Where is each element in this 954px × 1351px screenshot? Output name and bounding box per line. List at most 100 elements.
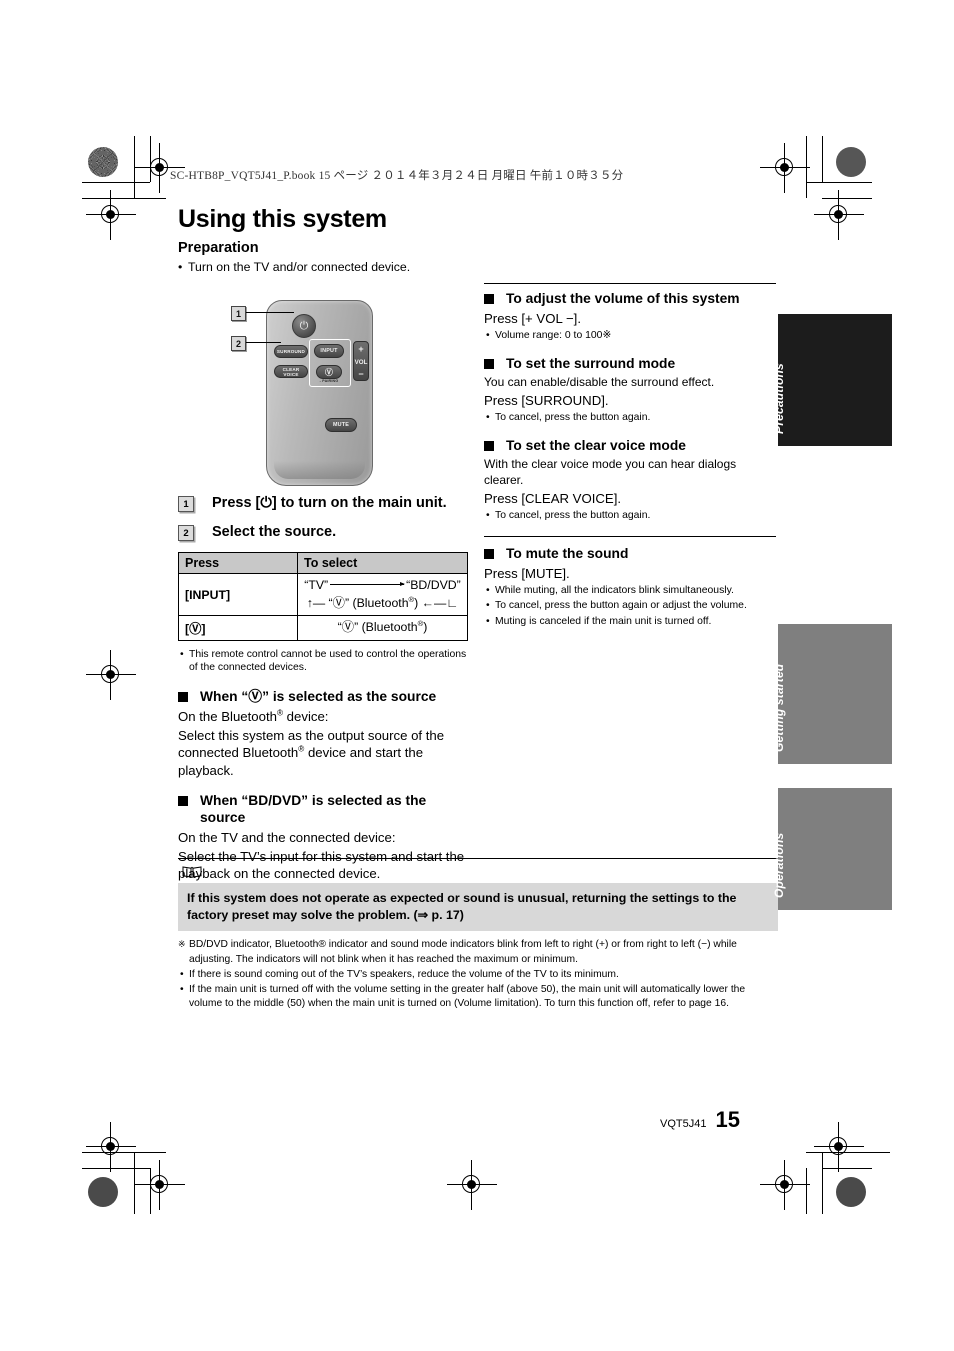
clear-voice-cancel-note: To cancel, press the button again. [484,509,776,523]
remote-control-illustration: ⏻ SURROUND CLEAR VOICE INPUT Ⓥ - PAIRING… [178,289,470,494]
bt-heading-pre: When “ [200,689,249,705]
page-title: Using this system [178,205,387,233]
remote-power-button[interactable]: ⏻ [292,314,316,338]
remote-callout-2-leader [246,342,281,343]
density-dot-top-left [88,147,118,177]
remote-limitation-note: This remote control cannot be used to co… [178,648,470,675]
table-cell-press-bluetooth: [Ⓥ] [178,614,298,641]
volume-up-label: + [358,343,364,354]
bottom-note-block: If this system does not operate as expec… [178,858,778,1012]
footnotes-list: BD/DVD indicator, Bluetooth® indicator a… [178,938,778,1010]
step-2: 2 Select the source. [178,523,470,542]
source-selection-table: Press To select [INPUT] “TV” “BD/DVD” ↑— … [178,552,468,641]
mute-press-text: Press [MUTE]. [484,566,570,582]
clear-voice-press-text: Press [CLEAR VOICE]. [484,491,622,507]
mute-note-2: To cancel, press the button again or adj… [484,599,776,613]
table-cell-press-input: [INPUT] [178,573,298,616]
book-header-line: SC-HTB8P_VQT5J41_P.book 15 ページ ２０１４年３月２４… [170,170,624,182]
remote-mute-button[interactable]: MUTE [325,418,357,432]
bluetooth-icon: Ⓥ [248,689,263,705]
remote-source-group-highlight [309,339,351,387]
step-2-text: Select the source. [212,524,337,541]
registration-mark-bottom-center [447,1160,497,1210]
remote-callout-1-number: 1 [231,306,246,321]
footer-page-number: 15 [715,1107,740,1132]
volume-heading: To adjust the volume of this system [484,290,776,307]
mute-note-1: While muting, all the indicators blink s… [484,584,776,598]
surround-heading: To set the surround mode [484,355,776,372]
cycle-line-1: “TV” “BD/DVD” [304,578,461,593]
density-dot-bottom-right [836,1177,866,1207]
table-header-row: Press To select [178,552,468,575]
table-cell-select-bluetooth: “Ⓥ” (Bluetooth®) [297,614,468,641]
side-tab-precautions-label: Precautions [772,363,786,434]
crop-line-bottom-right-h2 [822,1168,872,1169]
side-tab-operations-label: Operations [772,832,786,898]
crop-line-bottom-left-h2 [82,1168,150,1169]
remote-surround-button[interactable]: SURROUND [274,345,308,358]
volume-label: VOL [354,358,368,366]
footer-document-code: VQT5J41 [660,1118,707,1130]
bluetooth-source-line1: On the Bluetooth® device: [178,708,329,725]
clear-voice-description: With the clear voice mode you can hear d… [484,457,737,488]
registration-mark-upper-left [86,190,136,240]
step-1-text: Press [⏻] to turn on the main unit. [212,495,447,511]
side-tab-precautions[interactable]: Precautions [772,314,892,446]
volume-press-text: Press [+ VOL −]. [484,311,581,327]
remote-callout-1-leader [246,312,294,313]
registration-mark-bottom-right [760,1160,810,1210]
density-dot-top-right [836,147,866,177]
bddvd-source-heading: When “BD/DVD” is selected as the source [178,792,470,826]
cycle-arrow-icon [330,581,406,586]
step-1-number: 1 [178,496,194,512]
remote-body: ⏻ SURROUND CLEAR VOICE INPUT Ⓥ - PAIRING… [266,300,373,486]
crop-line-top-right-h [806,182,872,183]
footnote-reference-mark: BD/DVD indicator, Bluetooth® indicator a… [178,938,778,966]
registration-mark-lower-right [814,1122,864,1172]
density-dot-bottom-left [88,1177,118,1207]
registration-mark-top-right [760,143,810,193]
left-column: ⏻ SURROUND CLEAR VOICE INPUT Ⓥ - PAIRING… [178,283,470,883]
bluetooth-icon: Ⓥ [189,621,202,636]
remote-clear-voice-button[interactable]: CLEAR VOICE [274,365,308,378]
page-header-block: Using this system Preparation Turn on th… [178,205,778,278]
crop-line-bottom-right-v2 [806,1168,807,1214]
bt-heading-post: ” is selected as the source [262,689,437,705]
volume-down-label: − [358,368,364,379]
side-tab-operations[interactable]: Operations [772,788,892,910]
mute-section-rule [484,536,776,538]
table-cell-select-cycle: “TV” “BD/DVD” ↑— “Ⓥ” (Bluetooth®) ←—∟ [297,573,468,616]
power-icon-inline: ⏻ [260,495,272,511]
registration-mark-lower-left [86,1122,136,1172]
note-block-rule [178,858,778,859]
bluetooth-icon: Ⓥ [341,620,355,635]
registration-mark-bottom-left [135,1160,185,1210]
side-tab-getting-started-label: Getting started [772,663,786,752]
mute-heading: To mute the sound [484,545,776,562]
side-tab-getting-started[interactable]: Getting started [772,624,892,764]
surround-press-text: Press [SURROUND]. [484,393,609,409]
bluetooth-source-heading: When “Ⓥ” is selected as the source [178,688,470,705]
volume-range-note: Volume range: 0 to 100※ [484,329,776,343]
clear-voice-heading: To set the clear voice mode [484,437,776,454]
preparation-bullet: Turn on the TV and/or connected device. [178,259,778,276]
registration-mark-middle-left [86,650,136,700]
remote-callout-2-number: 2 [231,336,246,351]
table-header-to-select: To select [297,552,468,575]
table-row: [Ⓥ] “Ⓥ” (Bluetooth®) [178,614,468,641]
remote-volume-button[interactable]: + VOL − [353,341,369,381]
crop-line-top-left-h [82,182,150,183]
step-1: 1 Press [⏻] to turn on the main unit. [178,494,470,512]
footnote-bullet-1: If there is sound coming out of the TV’s… [178,968,778,982]
factory-preset-highlight-note: If this system does not operate as expec… [178,883,778,932]
step-2-number: 2 [178,525,194,542]
surround-cancel-note: To cancel, press the button again. [484,411,776,425]
preparation-heading: Preparation [178,240,259,256]
cycle-line-2: ↑— “Ⓥ” (Bluetooth®) ←—∟ [306,594,459,610]
table-row: [INPUT] “TV” “BD/DVD” ↑— “Ⓥ” (Bluetooth®)… [178,573,468,616]
open-book-icon [182,865,202,878]
registration-mark-upper-right [814,190,864,240]
table-header-press: Press [178,552,298,575]
right-column: To adjust the volume of this system Pres… [484,283,776,631]
mute-note-3: Muting is canceled if the main unit is t… [484,615,776,629]
